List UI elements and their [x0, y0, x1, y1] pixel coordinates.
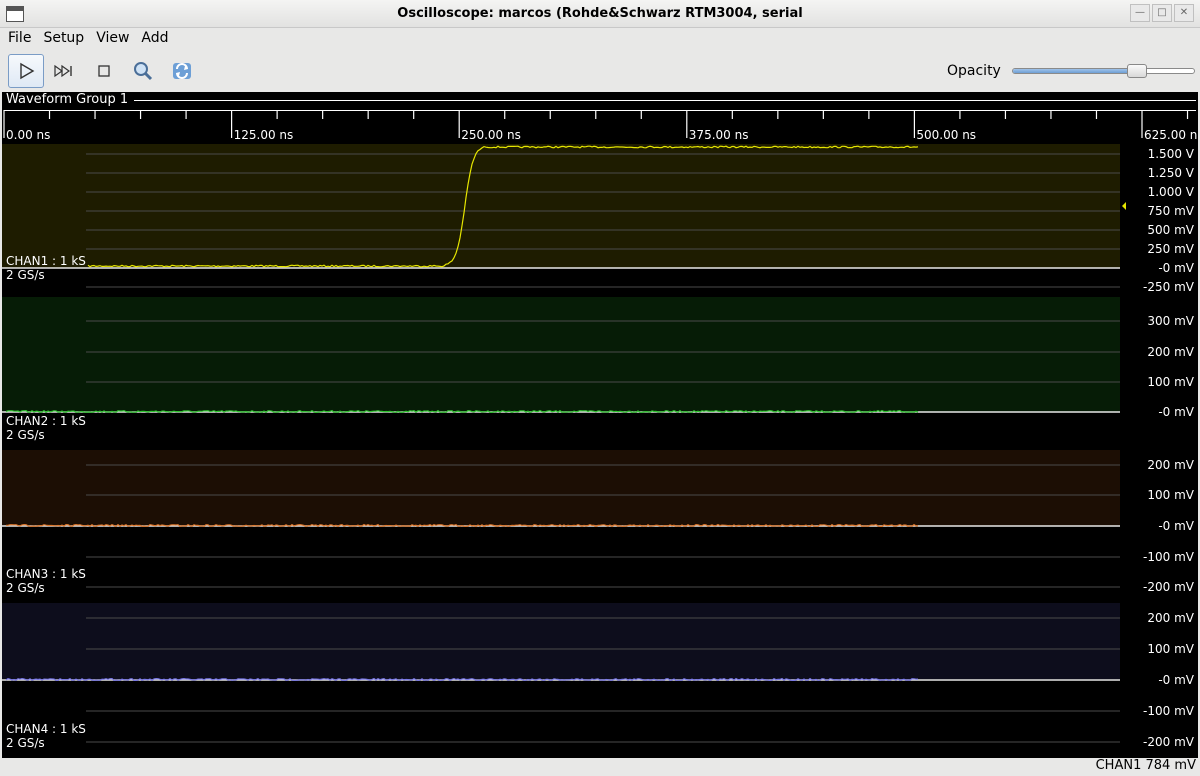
axis-label: -200 mV: [1143, 580, 1195, 594]
time-ruler[interactable]: 0.00 ns 125.00 ns 250.00 ns 375.00 ns 500.00…: [2, 108, 1198, 144]
axis-label: 200 mV: [1147, 345, 1194, 359]
channel-background: [2, 450, 1120, 526]
window-title: Oscilloscope: marcos (Rohde&Schwarz RTM3…: [397, 6, 803, 21]
axis-label: 1.500 V: [1148, 147, 1195, 161]
channel-background: [2, 297, 1120, 412]
refresh-icon: [173, 63, 191, 79]
maximize-icon[interactable]: □: [1152, 4, 1172, 22]
axis-label: 100 mV: [1147, 642, 1194, 656]
channel-strip-4: 200 mV 100 mV -0 mV -100 mV -200 mV CHAN4 : 1…: [2, 603, 1195, 750]
stop-button[interactable]: [86, 54, 122, 88]
axis-label: -0 mV: [1158, 673, 1194, 687]
axis-label: -100 mV: [1143, 704, 1195, 718]
toolbar: Opacity: [0, 50, 1200, 92]
play-icon: [20, 62, 35, 80]
axis-label: -0 mV: [1158, 405, 1194, 419]
waveform-plot-area[interactable]: 1.500 V 1.250 V 1.000 V 750 mV 500 mV 250 mV -…: [2, 144, 1198, 758]
menu-view[interactable]: View: [90, 28, 135, 50]
opacity-slider-handle[interactable]: [1127, 64, 1148, 78]
axis-label: 200 mV: [1147, 458, 1194, 472]
time-label: 625.00 ns: [1144, 128, 1198, 142]
time-ruler-ticks: 0.00 ns 125.00 ns 250.00 ns 375.00 ns 500.00…: [3, 110, 1198, 142]
channel-rate: 2 GS/s: [6, 736, 45, 750]
channel-name: CHAN3 : 1 kS: [6, 567, 86, 581]
axis-label: 300 mV: [1147, 314, 1194, 328]
axis-label: 750 mV: [1147, 204, 1194, 218]
channel-strip-3: 200 mV 100 mV -0 mV -100 mV -200 mV CHAN3 : 1…: [2, 450, 1195, 595]
axis-label: -250 mV: [1143, 280, 1195, 294]
channel-background: [2, 603, 1120, 679]
channel-strip-2: 300 mV 200 mV 100 mV -0 mV CHAN2 : 1 kS2 GS/…: [2, 297, 1195, 442]
waveform-group: Waveform Group 1 0.00 ns 125.00 ns 250.00 …: [2, 92, 1198, 758]
axis-label: 100 mV: [1147, 488, 1194, 502]
opacity-slider-fill: [1013, 69, 1138, 73]
time-label: 375.00 ns: [689, 128, 749, 142]
channel-name: CHAN4 : 1 kS: [6, 722, 86, 736]
axis-label: -200 mV: [1143, 735, 1195, 749]
refresh-button[interactable]: [164, 54, 200, 88]
opacity-slider[interactable]: [1012, 64, 1195, 78]
channel-rate: 2 GS/s: [6, 581, 45, 595]
menu-setup[interactable]: Setup: [37, 28, 90, 50]
menu-bar: File Setup View Add: [0, 28, 1200, 50]
channel-strip-1: 1.500 V 1.250 V 1.000 V 750 mV 500 mV 250 mV -…: [2, 144, 1195, 294]
time-label: 125.00 ns: [234, 128, 294, 142]
axis-label: -0 mV: [1158, 519, 1194, 533]
channel-name: CHAN2 : 1 kS: [6, 414, 86, 428]
axis-label: 1.250 V: [1148, 166, 1195, 180]
title-bar: Oscilloscope: marcos (Rohde&Schwarz RTM3…: [0, 0, 1200, 28]
axis-label: -0 mV: [1158, 261, 1194, 275]
axis-label: 100 mV: [1147, 375, 1194, 389]
waveform-group-title: Waveform Group 1: [6, 92, 129, 107]
channel-name: CHAN1 : 1 kS: [6, 254, 86, 268]
status-bar: CHAN1 784 mV: [0, 758, 1200, 776]
axis-label: 250 mV: [1147, 242, 1194, 256]
channel-rate: 2 GS/s: [6, 268, 45, 282]
zoom-icon: [134, 62, 153, 81]
single-step-button[interactable]: [46, 54, 82, 88]
axis-label: 500 mV: [1147, 223, 1194, 237]
single-step-icon: [54, 64, 72, 78]
menu-add[interactable]: Add: [135, 28, 174, 50]
group-header-divider: [134, 100, 1196, 101]
play-button[interactable]: [8, 54, 44, 88]
channel-rate: 2 GS/s: [6, 428, 45, 442]
close-icon[interactable]: ✕: [1174, 4, 1194, 22]
time-label: 0.00 ns: [6, 128, 50, 142]
axis-label: 1.000 V: [1148, 185, 1195, 199]
time-label: 250.00 ns: [461, 128, 521, 142]
stop-icon: [98, 65, 110, 77]
axis-label: 200 mV: [1147, 611, 1194, 625]
minimize-icon[interactable]: —: [1130, 4, 1150, 22]
cursor-readout: CHAN1 784 mV: [1095, 758, 1196, 773]
zoom-button[interactable]: [125, 54, 161, 88]
trigger-level-marker: [1122, 202, 1126, 210]
opacity-label: Opacity: [947, 63, 1001, 79]
menu-file[interactable]: File: [2, 28, 37, 50]
axis-label: -100 mV: [1143, 550, 1195, 564]
time-label: 500.00 ns: [916, 128, 976, 142]
